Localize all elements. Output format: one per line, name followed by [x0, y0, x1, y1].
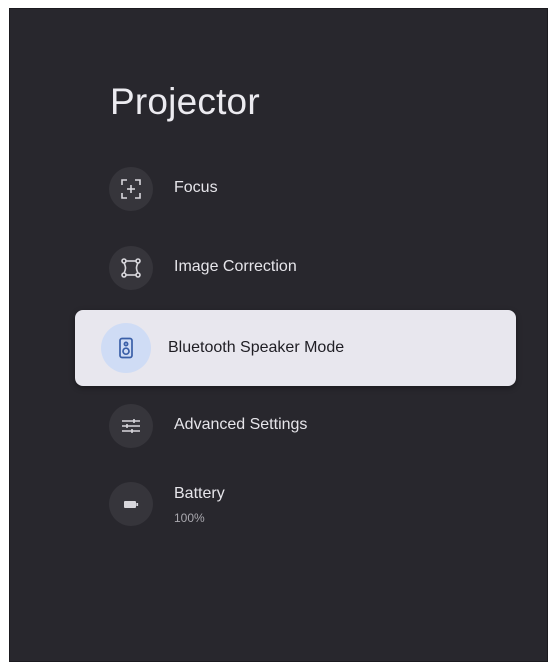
sliders-icon [109, 404, 153, 448]
menu-item-label: Battery [174, 485, 225, 502]
menu-item-label: Focus [174, 179, 218, 196]
speaker-icon [101, 323, 151, 373]
focus-icon [109, 167, 153, 211]
menu-item-label: Image Correction [174, 258, 297, 275]
menu-item-battery[interactable]: Battery 100% [75, 466, 516, 542]
menu-item-focus[interactable]: Focus [75, 151, 516, 227]
menu-item-label: Bluetooth Speaker Mode [168, 339, 345, 356]
battery-level: 100% [174, 511, 205, 525]
image-correction-icon [109, 246, 153, 290]
menu-item-image-correction[interactable]: Image Correction [75, 230, 516, 306]
projector-settings-panel: Projector Focus Image Correction Bluetoo… [9, 8, 548, 662]
page-title: Projector [110, 81, 260, 122]
menu-item-bluetooth-speaker-mode[interactable]: Bluetooth Speaker Mode [75, 310, 516, 386]
menu-item-label: Advanced Settings [174, 416, 308, 433]
battery-icon [109, 482, 153, 526]
menu-item-advanced-settings[interactable]: Advanced Settings [75, 388, 516, 464]
